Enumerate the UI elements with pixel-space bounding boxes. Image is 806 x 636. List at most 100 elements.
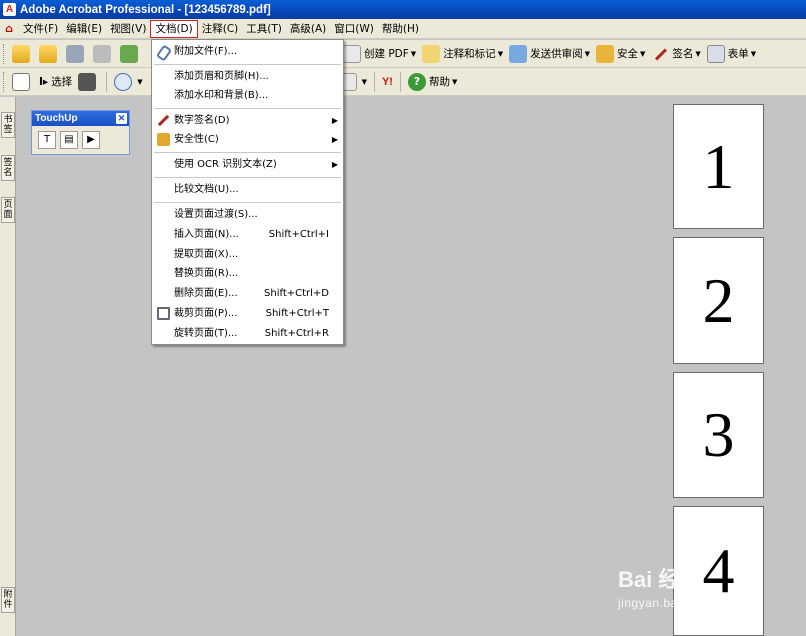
menu-rotate-pages[interactable]: 旋转页面(T)... Shift+Ctrl+R: [152, 324, 343, 343]
menu-security[interactable]: 安全性(C) ▶: [152, 130, 343, 149]
dropdown-arrow-icon: ▼: [639, 49, 646, 58]
help-icon: ?: [407, 72, 426, 91]
create-pdf-label: 创建 PDF: [364, 48, 409, 60]
organizer-folder-icon: [39, 44, 57, 63]
menu-header-footer[interactable]: 添加页眉和页脚(H)...: [152, 67, 343, 86]
touchup-reading-order-icon[interactable]: ▤: [60, 131, 78, 149]
menu-extract-pages[interactable]: 提取页面(X)...: [152, 245, 343, 264]
forms-label: 表单: [727, 48, 749, 60]
sign-button[interactable]: 签名 ▼: [648, 43, 703, 65]
select-label: 选择: [51, 76, 73, 88]
menu-shortcut: Shift+Ctrl+I: [268, 229, 329, 240]
menu-digital-signature[interactable]: 数字签名(D) ▶: [152, 111, 343, 130]
menu-compare-documents[interactable]: 比较文档(U)...: [152, 180, 343, 199]
dropdown-arrow-icon: ▼: [750, 49, 757, 58]
menu-item-label: 数字签名(D): [174, 115, 230, 126]
dropdown-arrow-icon: ▼: [361, 77, 367, 86]
menu-window[interactable]: 窗口(W): [330, 20, 378, 38]
zoom-button[interactable]: ▼: [111, 71, 145, 93]
touchup-title: TouchUp: [35, 113, 78, 124]
toolbar-grip[interactable]: [3, 43, 6, 64]
touchup-object-tool-icon[interactable]: ▶: [82, 131, 100, 149]
submenu-arrow-icon: ▶: [331, 135, 338, 144]
menu-replace-pages[interactable]: 替换页面(R)...: [152, 264, 343, 283]
menu-bar: ⌂ 文件(F) 编辑(E) 视图(V) 文档(D) 注释(C) 工具(T) 高级…: [0, 19, 806, 39]
organizer-button[interactable]: [36, 43, 63, 65]
menu-insert-pages[interactable]: 插入页面(N)... Shift+Ctrl+I: [152, 225, 343, 244]
menu-page-transitions[interactable]: 设置页面过渡(S)...: [152, 205, 343, 224]
save-button[interactable]: [63, 43, 90, 65]
open-button[interactable]: [9, 43, 36, 65]
touchup-text-tool-icon[interactable]: T: [38, 131, 56, 149]
secondary-toolbar: I▸ 选择 ▼ ▼ Y! ? 帮助 ▼: [0, 68, 806, 96]
menu-view[interactable]: 视图(V): [106, 20, 150, 38]
forms-button[interactable]: 表单 ▼: [704, 43, 759, 65]
comment-markup-button[interactable]: 注释和标记 ▼: [419, 43, 506, 65]
menu-edit[interactable]: 编辑(E): [62, 20, 106, 38]
form-icon: [706, 44, 725, 63]
menu-item-label: 删除页面(E)...: [174, 288, 238, 299]
menu-item-label: 裁剪页面(P)...: [174, 308, 238, 319]
touchup-header[interactable]: TouchUp ✕: [32, 111, 129, 126]
submenu-arrow-icon: ▶: [331, 116, 338, 125]
menu-document[interactable]: 文档(D): [150, 19, 198, 38]
menu-tools[interactable]: 工具(T): [242, 20, 286, 38]
menu-watermark-background[interactable]: 添加水印和背景(B)...: [152, 86, 343, 105]
send-review-label: 发送供审阅: [530, 48, 583, 60]
menu-file[interactable]: 文件(F): [19, 20, 62, 38]
nav-tab-attachments[interactable]: 附件: [1, 587, 15, 613]
menu-crop-pages[interactable]: 裁剪页面(P)... Shift+Ctrl+T: [152, 304, 343, 323]
create-pdf-button[interactable]: 创建 PDF ▼: [340, 43, 419, 65]
toolbar-divider: [399, 71, 401, 92]
security-button[interactable]: 安全 ▼: [593, 43, 648, 65]
menu-divider: [154, 108, 341, 109]
menu-divider: [154, 177, 341, 178]
dropdown-arrow-icon: ▼: [695, 49, 701, 58]
dropdown-arrow-icon: ▼: [584, 49, 590, 58]
select-tool-button[interactable]: I▸ 选择: [36, 71, 75, 93]
menu-divider: [154, 202, 341, 203]
snapshot-button[interactable]: [75, 71, 102, 93]
pen-icon: [157, 114, 170, 127]
close-icon[interactable]: ✕: [116, 113, 127, 124]
zoom-icon: [114, 72, 133, 91]
main-toolbar: 创建 PDF ▼ 注释和标记 ▼ 发送供审阅 ▼ 安全 ▼ 签名 ▼ 表单 ▼: [0, 40, 806, 68]
menu-comments[interactable]: 注释(C): [198, 20, 243, 38]
send-review-icon: [509, 44, 528, 63]
menu-item-label: 插入页面(N)...: [174, 229, 239, 240]
title-bar: A Adobe Acrobat Professional - [12345678…: [0, 0, 806, 19]
menu-item-label: 比较文档(U)...: [174, 184, 239, 195]
send-review-button[interactable]: 发送供审阅 ▼: [506, 43, 593, 65]
navigation-pane: 书签 签名 页面 附件: [0, 97, 16, 636]
watermark-url: jingyan.baidu.com: [618, 596, 724, 610]
nav-tab-pages[interactable]: 页面: [1, 197, 15, 223]
menu-help[interactable]: 帮助(H): [378, 20, 423, 38]
lock-icon: [595, 44, 614, 63]
menu-ocr[interactable]: 使用 OCR 识别文本(Z) ▶: [152, 155, 343, 174]
pdf-document-icon[interactable]: ⌂: [2, 22, 16, 36]
lock-icon: [157, 133, 170, 146]
nav-tab-bookmarks[interactable]: 书签: [1, 112, 15, 138]
menu-item-label: 替换页面(R)...: [174, 268, 239, 279]
menu-shortcut: Shift+Ctrl+T: [265, 308, 329, 319]
print-button[interactable]: [90, 43, 117, 65]
page-thumbnail[interactable]: 1: [673, 104, 764, 229]
nav-tab-signatures[interactable]: 签名: [1, 155, 15, 181]
menu-delete-pages[interactable]: 删除页面(E)... Shift+Ctrl+D: [152, 284, 343, 303]
toolbar-divider: [106, 71, 108, 92]
menu-divider: [154, 152, 341, 153]
acrobat-logo-icon: A: [3, 3, 16, 16]
toolbar-grip[interactable]: [3, 71, 6, 92]
organize-button[interactable]: [117, 43, 144, 65]
yahoo-button[interactable]: Y!: [379, 71, 396, 93]
menu-advanced[interactable]: 高级(A): [286, 20, 330, 38]
menu-item-label: 设置页面过渡(S)...: [174, 209, 258, 220]
menu-item-label: 添加页眉和页脚(H)...: [174, 71, 269, 82]
hand-icon: [12, 72, 30, 91]
help-button[interactable]: ? 帮助 ▼: [405, 71, 460, 93]
page-thumbnail[interactable]: 3: [673, 372, 764, 498]
page-thumbnail[interactable]: 2: [673, 237, 764, 364]
menu-attach-file[interactable]: 附加文件(F)...: [152, 42, 343, 61]
paperclip-icon: [157, 45, 170, 58]
hand-tool-button[interactable]: [9, 71, 36, 93]
